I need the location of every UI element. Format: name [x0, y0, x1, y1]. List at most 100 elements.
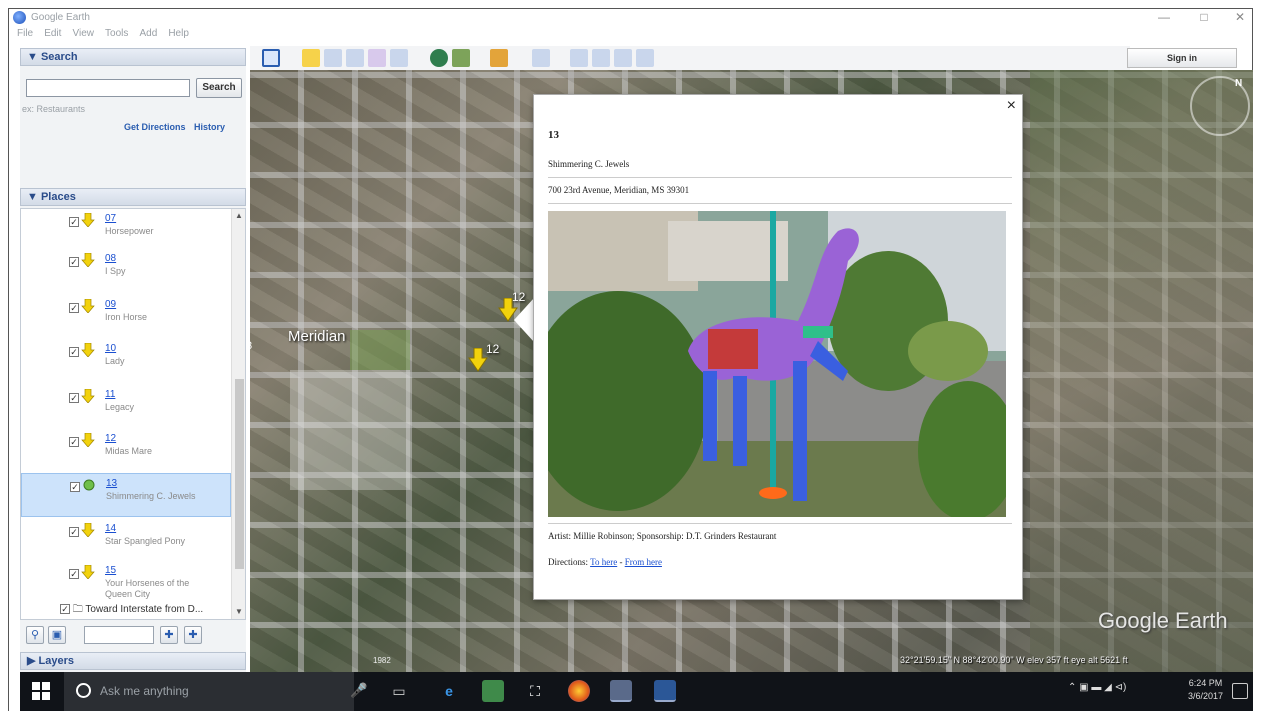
list-item[interactable]: ✓ 14 Star Spangled Pony [21, 519, 231, 563]
action-center-icon[interactable] [1232, 683, 1248, 699]
scrollbar-thumb[interactable] [235, 379, 244, 569]
search-button[interactable]: Search [196, 78, 242, 98]
place-number-link[interactable]: 12 [105, 433, 116, 444]
email-icon[interactable] [570, 49, 588, 67]
system-tray[interactable]: ⌃ ▣ ▬ ◢ ⊲) [1068, 682, 1126, 693]
search-panel-header[interactable]: ▼ Search [20, 48, 246, 66]
places-list: ✓ 07 Horsepower ✓ 08 I Spy ✓ 09 Iron Hor… [20, 208, 246, 620]
balloon-directions: Directions: To here - From here [548, 557, 662, 567]
map-status-bar: 32°21'59.15" N 88°42'00.90" W elev 357 f… [900, 655, 1128, 665]
print-icon[interactable] [592, 49, 610, 67]
map-green-area [350, 330, 410, 370]
checkbox[interactable]: ✓ [69, 569, 79, 579]
record-tour-icon[interactable] [390, 49, 408, 67]
yellow-pushpin-icon [81, 523, 95, 537]
add-overlay-icon[interactable] [368, 49, 386, 67]
google-earth-taskbar-icon[interactable] [610, 680, 632, 702]
search-input[interactable] [26, 79, 190, 97]
historical-imagery-icon[interactable] [430, 49, 448, 67]
menu-help[interactable]: Help [168, 27, 189, 41]
place-number-link[interactable]: 09 [105, 299, 116, 310]
yellow-pushpin-icon [81, 213, 95, 227]
menu-tools[interactable]: Tools [105, 27, 128, 41]
close-icon[interactable]: × [1007, 97, 1016, 115]
checkbox[interactable]: ✓ [69, 437, 79, 447]
ruler-icon[interactable] [532, 49, 550, 67]
checkbox[interactable]: ✓ [60, 604, 70, 615]
word-icon[interactable] [654, 680, 676, 702]
directions-to-here-link[interactable]: To here [590, 557, 617, 567]
sign-in-button[interactable]: Sign in [1127, 48, 1237, 68]
checkbox[interactable]: ✓ [69, 527, 79, 537]
windows-start-icon[interactable] [32, 682, 50, 700]
scroll-up-icon[interactable]: ▲ [235, 211, 243, 220]
place-number-link[interactable]: 14 [105, 523, 116, 534]
get-directions-link[interactable]: Get Directions [124, 122, 186, 132]
list-item[interactable]: ✓ 10 Lady [21, 339, 231, 383]
directions-from-here-link[interactable]: From here [625, 557, 662, 567]
folder-item[interactable]: ✓ 🗀 Toward Interstate from D... [60, 602, 240, 618]
edge-browser-icon[interactable]: e [438, 680, 460, 702]
place-number-link[interactable]: 07 [105, 213, 116, 224]
list-item[interactable]: ✓ 09 Iron Horse [21, 295, 231, 339]
task-view-icon[interactable]: ▭ [388, 680, 410, 702]
checkbox[interactable]: ✓ [70, 482, 80, 492]
add-path-icon[interactable] [346, 49, 364, 67]
list-item[interactable]: ✓ 07 Horsepower [21, 209, 231, 253]
city-label: Meridian [288, 328, 346, 345]
place-name: Lady [105, 356, 125, 366]
layers-panel-header[interactable]: ▶ Layers [20, 652, 246, 670]
search-places-icon[interactable]: ⚲ [26, 626, 44, 644]
menu-file[interactable]: File [17, 27, 33, 41]
sidebar-toggle-icon[interactable] [262, 49, 280, 67]
menu-view[interactable]: View [72, 27, 94, 41]
sunlight-icon[interactable] [452, 49, 470, 67]
yellow-pushpin-icon [81, 389, 95, 403]
microphone-icon[interactable]: 🎤 [350, 682, 367, 700]
minimize-button[interactable]: — [1149, 9, 1179, 27]
places-scrollbar[interactable]: ▲ ▼ [231, 209, 245, 619]
folder-label: Toward Interstate from D... [85, 604, 204, 615]
file-explorer-icon[interactable] [482, 680, 504, 702]
place-number-link[interactable]: 13 [106, 478, 117, 489]
close-window-button[interactable]: ✕ [1225, 9, 1255, 27]
store-icon[interactable]: ⛶ [524, 680, 546, 702]
place-number-link[interactable]: 15 [105, 565, 116, 576]
cortana-search-box[interactable]: Ask me anything [64, 672, 354, 711]
list-item-selected[interactable]: ✓ 13 Shimmering C. Jewels [21, 473, 231, 517]
place-number-link[interactable]: 11 [105, 389, 115, 400]
menu-add[interactable]: Add [139, 27, 157, 41]
imagery-date: 1982 [373, 656, 391, 665]
places-filter-input[interactable] [84, 626, 154, 644]
panel-toggle-icon[interactable]: ▣ [48, 626, 66, 644]
green-pushpin-icon [83, 479, 95, 491]
list-item[interactable]: ✓ 11 Legacy [21, 385, 231, 429]
list-item[interactable]: ✓ 12 Midas Mare [21, 429, 231, 473]
menu-edit[interactable]: Edit [44, 27, 61, 41]
save-image-icon[interactable] [614, 49, 632, 67]
balloon-pointer [514, 298, 534, 342]
view-in-maps-icon[interactable] [636, 49, 654, 67]
system-clock[interactable]: 6:24 PM 3/6/2017 [1188, 677, 1223, 703]
list-item[interactable]: ✓ 08 I Spy [21, 249, 231, 293]
history-link[interactable]: History [194, 122, 225, 132]
map-pushpin-icon[interactable] [468, 348, 488, 372]
move-down-icon[interactable]: ✚ [184, 626, 202, 644]
balloon-title: 13 [548, 129, 559, 141]
menu-bar: File Edit View Tools Add Help [9, 27, 249, 43]
add-polygon-icon[interactable] [324, 49, 342, 67]
place-name: I Spy [105, 266, 126, 276]
place-number-link[interactable]: 10 [105, 343, 116, 354]
checkbox[interactable]: ✓ [69, 257, 79, 267]
checkbox[interactable]: ✓ [69, 347, 79, 357]
checkbox[interactable]: ✓ [69, 303, 79, 313]
places-panel-header[interactable]: ▼ Places [20, 188, 246, 206]
place-number-link[interactable]: 08 [105, 253, 116, 264]
move-up-icon[interactable]: ✚ [160, 626, 178, 644]
checkbox[interactable]: ✓ [69, 393, 79, 403]
add-placemark-icon[interactable] [302, 49, 320, 67]
checkbox[interactable]: ✓ [69, 217, 79, 227]
maximize-button[interactable]: □ [1189, 9, 1219, 27]
firefox-icon[interactable] [568, 680, 590, 702]
planets-icon[interactable] [490, 49, 508, 67]
